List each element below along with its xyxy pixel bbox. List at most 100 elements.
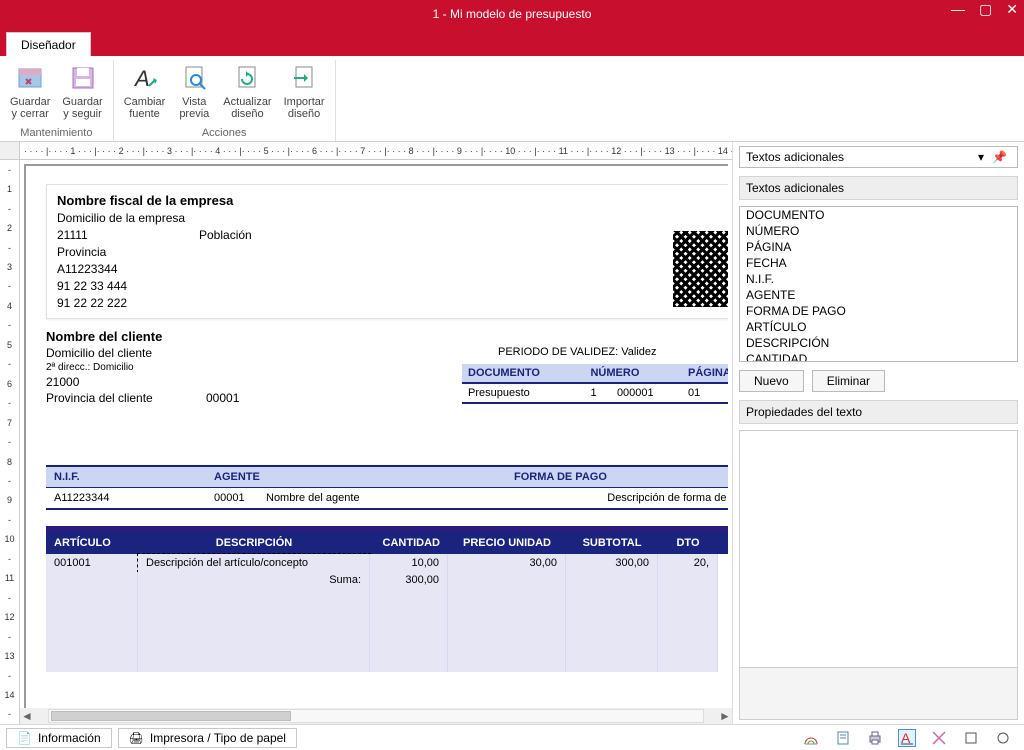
v-articulo[interactable]: 001001 <box>46 554 138 572</box>
h-agente: AGENTE <box>206 467 506 487</box>
preview-label: Vista previa <box>179 96 209 120</box>
company-box[interactable]: Nombre fiscal de la empresa Domicilio de… <box>46 184 728 319</box>
workspace: · · · · |· · · · 1 · · · |· · · · 2 · · … <box>0 142 1024 724</box>
preview-button[interactable]: Vista previa <box>171 60 217 122</box>
info-icon: 📄 <box>17 731 32 745</box>
delete-button[interactable]: Eliminar <box>812 370 885 392</box>
status-info-tab[interactable]: 📄 Información <box>6 728 112 748</box>
list-item[interactable]: AGENTE <box>740 287 1017 303</box>
client-name: Nombre del cliente <box>46 329 728 344</box>
minimize-button[interactable]: — <box>951 2 965 16</box>
v-subtotal[interactable]: 300,00 <box>566 554 658 572</box>
th-pagina: PÁGINA <box>682 364 728 383</box>
design-canvas[interactable]: Nombre fiscal de la empresa Domicilio de… <box>24 164 728 708</box>
v-nif: A11223344 <box>46 488 206 508</box>
company-phone1: 91 22 33 444 <box>57 279 199 293</box>
v-cantidad[interactable]: 10,00 <box>370 554 448 572</box>
properties-box[interactable] <box>739 430 1018 720</box>
qr-code[interactable] <box>671 229 728 309</box>
maximize-button[interactable]: ▢ <box>979 2 992 16</box>
v-descripcion[interactable]: Descripción del artículo/concepto <box>138 554 370 572</box>
new-button[interactable]: Nuevo <box>739 370 804 392</box>
save-continue-button[interactable]: Guardar y seguir <box>56 60 108 122</box>
list-item[interactable]: CANTIDAD <box>740 351 1017 362</box>
document-header[interactable]: PERIODO DE VALIDEZ: Validez DOCUMENTONÚM… <box>462 346 728 404</box>
list-item[interactable]: DOCUMENTO <box>740 207 1017 223</box>
h-precio-unidad: PRECIO UNIDAD <box>448 532 566 554</box>
v-agente-name: Nombre del agente <box>258 488 498 508</box>
tab-designer[interactable]: Diseñador <box>6 32 91 56</box>
company-city: Población <box>199 228 252 242</box>
list-item[interactable]: NÚMERO <box>740 223 1017 239</box>
document-icon[interactable] <box>834 729 852 747</box>
client-address: Domicilio del cliente <box>46 346 206 360</box>
tabstrip: Diseñador <box>0 28 1024 56</box>
close-button[interactable]: ✕ <box>1006 2 1018 16</box>
window-title: 1 - Mi modelo de presupuesto <box>433 7 592 21</box>
ruler-horizontal[interactable]: · · · · |· · · · 1 · · · |· · · · 2 · · … <box>20 142 732 160</box>
company-address: Domicilio de la empresa <box>57 211 199 225</box>
v-pago: Descripción de forma de pago <box>498 488 728 508</box>
print-icon[interactable] <box>866 729 884 747</box>
chevron-down-icon[interactable]: ▾ <box>974 150 988 164</box>
list-item[interactable]: ARTÍCULO <box>740 319 1017 335</box>
list-item[interactable]: N.I.F. <box>740 271 1017 287</box>
items-row[interactable]: 001001 Descripción del artículo/concepto… <box>46 554 728 572</box>
nif-section[interactable]: N.I.F. AGENTE FORMA DE PAGO A11223344 00… <box>46 465 728 510</box>
properties-title: Propiedades del texto <box>739 400 1018 424</box>
company-name: Nombre fiscal de la empresa <box>57 193 661 208</box>
val-pagina: 01 <box>682 383 728 403</box>
status-printer-tab[interactable]: 🖨 Impresora / Tipo de papel <box>118 728 297 748</box>
pin-icon[interactable]: 📌 <box>988 150 1011 164</box>
group-maintenance: Mantenimiento <box>20 127 92 139</box>
panel-selector[interactable]: Textos adicionales ▾ 📌 <box>739 146 1018 168</box>
items-header[interactable]: ARTÍCULO DESCRIPCIÓN CANTIDAD PRECIO UNI… <box>46 526 728 554</box>
change-font-button[interactable]: A Cambiar fuente <box>118 60 172 122</box>
panel-selector-label: Textos adicionales <box>746 150 974 164</box>
list-item[interactable]: FECHA <box>740 255 1017 271</box>
chart-icon[interactable] <box>802 729 820 747</box>
client-province: Provincia del cliente <box>46 391 206 405</box>
v-dto[interactable]: 20, <box>658 554 718 572</box>
circle-icon[interactable] <box>994 729 1012 747</box>
scissors-icon[interactable] <box>930 729 948 747</box>
val-numero: 000001 <box>611 383 682 403</box>
val-documento: Presupuesto <box>462 383 584 403</box>
ruler-vertical[interactable]: -1-2-3-4-5-6-7-8-9-10-11-12-13-14- <box>0 160 20 724</box>
validity-period: PERIODO DE VALIDEZ: Validez <box>462 346 728 358</box>
scroll-right-arrow[interactable]: ► <box>718 709 732 723</box>
th-numero: NÚMERO <box>584 364 682 383</box>
svg-text:A: A <box>133 66 150 91</box>
textos-listbox[interactable]: DOCUMENTONÚMEROPÁGINAFECHAN.I.F.AGENTEFO… <box>739 206 1018 362</box>
text-tool-icon[interactable]: A <box>898 729 916 747</box>
import-design-button[interactable]: Importar diseño <box>278 60 331 122</box>
horizontal-scrollbar[interactable]: ◄ ► <box>20 708 732 724</box>
titlebar: 1 - Mi modelo de presupuesto — ▢ ✕ <box>0 0 1024 28</box>
save-close-label: Guardar y cerrar <box>10 96 50 120</box>
status-printer-label: Impresora / Tipo de papel <box>150 731 286 745</box>
list-item[interactable]: FORMA DE PAGO <box>740 303 1017 319</box>
h-nif: N.I.F. <box>46 467 206 487</box>
client-postal: 21000 <box>46 375 206 389</box>
report-page[interactable]: Nombre fiscal de la empresa Domicilio de… <box>24 164 728 708</box>
design-area: · · · · |· · · · 1 · · · |· · · · 2 · · … <box>0 142 732 724</box>
save-close-button[interactable]: Guardar y cerrar <box>4 60 56 122</box>
scroll-thumb[interactable] <box>51 711 291 721</box>
status-tool-icons: A <box>802 729 1024 747</box>
scroll-left-arrow[interactable]: ◄ <box>20 709 34 723</box>
update-design-button[interactable]: Actualizar diseño <box>217 60 277 122</box>
company-phone2: 91 22 22 222 <box>57 296 199 310</box>
list-item[interactable]: DESCRIPCIÓN <box>740 335 1017 351</box>
list-item[interactable]: PÁGINA <box>740 239 1017 255</box>
v-precio[interactable]: 30,00 <box>448 554 566 572</box>
refresh-doc-icon <box>231 62 263 94</box>
company-postal: 21111 <box>57 228 199 242</box>
font-icon: A <box>129 62 161 94</box>
sum-row[interactable]: Suma: 300,00 <box>46 572 728 672</box>
save-icon <box>67 62 99 94</box>
group-actions: Acciones <box>202 127 247 139</box>
side-panel: Textos adicionales ▾ 📌 Textos adicionale… <box>732 142 1024 724</box>
save-close-icon <box>14 62 46 94</box>
import-design-label: Importar diseño <box>284 96 325 120</box>
square-icon[interactable] <box>962 729 980 747</box>
